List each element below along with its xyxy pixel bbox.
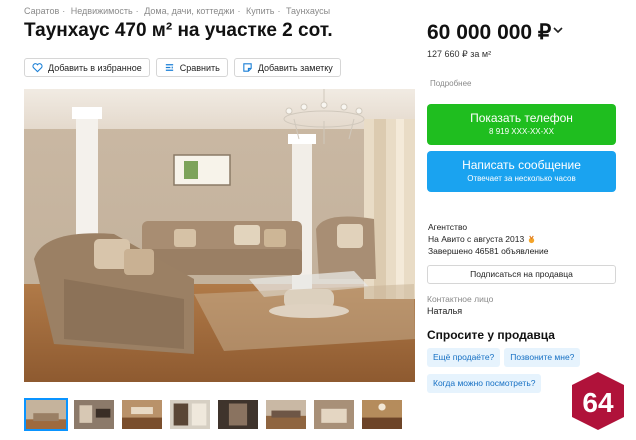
seller-since-row: На Авито с августа 2013	[428, 233, 548, 245]
show-phone-button[interactable]: Показать телефон 8 919 XXX-XX-XX	[427, 104, 616, 145]
add-note-label: Добавить заметку	[257, 62, 333, 73]
thumbnail[interactable]	[24, 398, 68, 431]
seller-info: Агентство На Авито с августа 2013 Заверш…	[428, 221, 548, 257]
phone-number: 8 919 XXX-XX-XX	[489, 127, 554, 136]
chevron-down-icon[interactable]	[552, 24, 564, 36]
price-per-m2: 127 660 ₽ за м²	[427, 49, 492, 59]
living-room-image	[24, 89, 415, 382]
breadcrumb: Саратов · Недвижимость · Дома, дачи, котте…	[24, 6, 330, 16]
compare-label: Сравнить	[179, 62, 220, 73]
write-message-label: Написать сообщение	[462, 158, 581, 172]
add-note-button[interactable]: Добавить заметку	[233, 58, 341, 77]
breadcrumb-separator: ·	[62, 6, 66, 16]
breadcrumb-item[interactable]: Саратов	[24, 6, 59, 16]
seller-completed: Завершено 46581 объявление	[428, 246, 549, 256]
breadcrumb-item[interactable]: Купить	[246, 6, 274, 16]
site-logo: 64	[567, 370, 629, 432]
contact-name: Наталья	[427, 306, 463, 316]
thumbnail[interactable]	[216, 398, 260, 431]
heart-icon	[32, 63, 43, 73]
question-chip[interactable]: Ещё продаёте?	[427, 348, 501, 367]
medal-icon	[529, 235, 535, 243]
contact-label: Контактное лицо	[427, 294, 494, 304]
main-photo[interactable]	[24, 89, 415, 382]
thumbnail[interactable]	[168, 398, 212, 431]
compare-button[interactable]: Сравнить	[155, 58, 228, 77]
add-favorite-label: Добавить в избранное	[48, 62, 142, 73]
question-chips: Ещё продаёте? Позвоните мне? Когда можно…	[427, 348, 587, 393]
listing-actions: Добавить в избранное Сравнить Добавить з…	[24, 58, 341, 77]
seller-type[interactable]: Агентство	[428, 221, 548, 233]
breadcrumb-separator: ·	[237, 6, 241, 16]
details-link[interactable]: Подробнее	[430, 79, 472, 88]
seller-since: На Авито с августа 2013	[428, 234, 525, 244]
question-chip[interactable]: Позвоните мне?	[504, 348, 581, 367]
subscribe-seller-button[interactable]: Подписаться на продавца	[427, 265, 616, 284]
question-chip[interactable]: Когда можно посмотреть?	[427, 374, 542, 393]
thumbnail[interactable]	[360, 398, 404, 431]
write-message-button[interactable]: Написать сообщение Отвечает за несколько…	[427, 151, 616, 192]
logo-text: 64	[582, 387, 614, 418]
note-icon	[243, 63, 252, 72]
thumbnail-strip	[24, 398, 404, 431]
page-title: Таунхаус 470 м² на участке 2 сот.	[24, 20, 333, 41]
breadcrumb-item[interactable]: Таунхаусы	[286, 6, 330, 16]
breadcrumb-item[interactable]: Недвижимость	[71, 6, 133, 16]
thumbnail[interactable]	[72, 398, 116, 431]
breadcrumb-item[interactable]: Дома, дачи, коттеджи	[144, 6, 234, 16]
thumbnail[interactable]	[312, 398, 356, 431]
compare-icon	[165, 64, 173, 71]
breadcrumb-separator: ·	[135, 6, 139, 16]
show-phone-label: Показать телефон	[470, 111, 573, 125]
price: 60 000 000 ₽	[427, 21, 552, 44]
breadcrumb-separator: ·	[277, 6, 281, 16]
thumbnail[interactable]	[120, 398, 164, 431]
ask-seller-title: Спросите у продавца	[427, 328, 555, 342]
add-favorite-button[interactable]: Добавить в избранное	[24, 58, 150, 77]
reply-time: Отвечает за несколько часов	[467, 174, 576, 183]
thumbnail[interactable]	[264, 398, 308, 431]
